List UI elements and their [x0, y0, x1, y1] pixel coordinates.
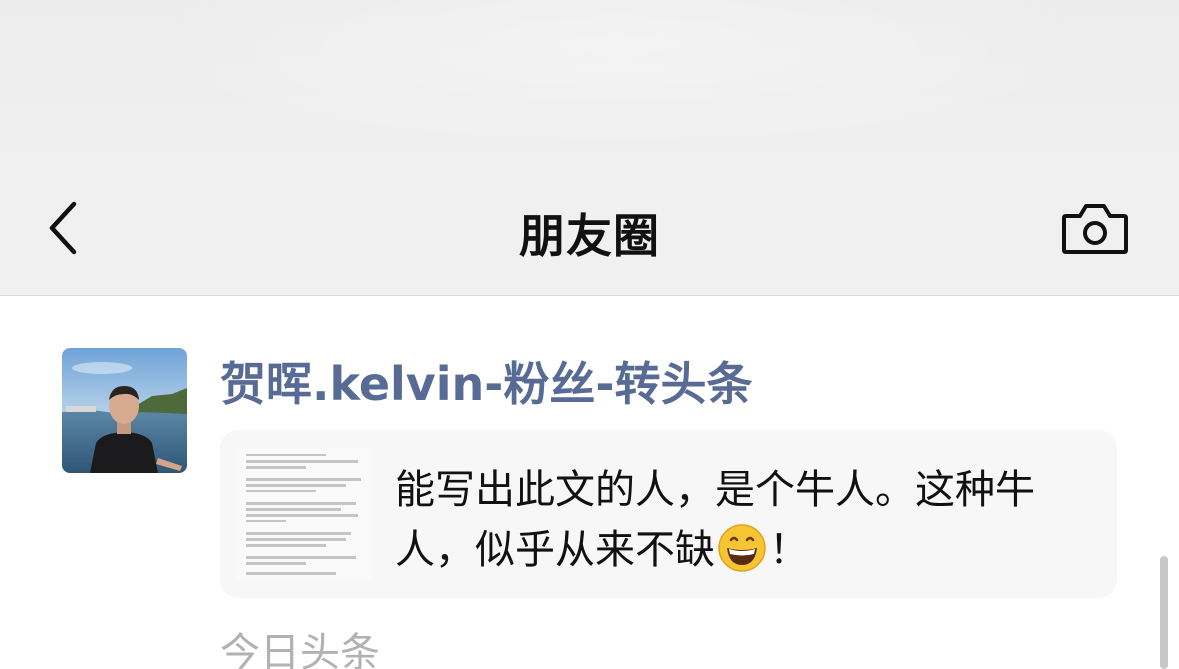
- nav-bar: 朋友圈: [0, 180, 1179, 280]
- shared-article-text: 能写出此文的人，是个牛人。这种牛人，似乎从来不缺: [395, 467, 1035, 573]
- cover-image-blur: [120, 0, 1120, 150]
- article-thumbnail: [238, 448, 371, 581]
- shared-article-title: 能写出此文的人，是个牛人。这种牛人，似乎从来不缺 ！: [395, 460, 1085, 580]
- grinning-face-emoji: [718, 524, 766, 572]
- scrollbar[interactable]: [1160, 556, 1168, 669]
- camera-button[interactable]: [1060, 202, 1130, 256]
- header-divider: [0, 295, 1179, 306]
- shared-article-card[interactable]: 能写出此文的人，是个牛人。这种牛人，似乎从来不缺 ！: [220, 430, 1117, 598]
- article-thumbnail-image: [238, 448, 371, 581]
- shared-article-text-end: ！: [769, 527, 809, 573]
- camera-icon: [1062, 204, 1128, 254]
- page-title: 朋友圈: [519, 209, 660, 263]
- post-source[interactable]: 今日头条: [220, 620, 380, 669]
- header-background: 朋友圈: [0, 0, 1179, 295]
- moments-screen: 朋友圈 贺晖.kelvin-粉丝-转头条 能写出此文的人，是个牛人。这种牛人，似…: [0, 0, 1179, 669]
- avatar-photo: [62, 348, 187, 473]
- avatar[interactable]: [62, 348, 187, 473]
- post-author-name[interactable]: 贺晖.kelvin-粉丝-转头条: [220, 348, 752, 414]
